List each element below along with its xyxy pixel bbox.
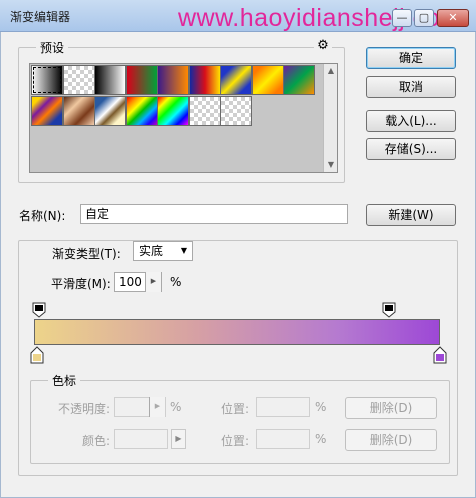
gradient-type-select[interactable]: 实底 ▼ (133, 241, 193, 261)
name-label: 名称(N): (19, 209, 66, 223)
preset-swatch-black-to-white[interactable] (94, 65, 126, 95)
preset-swatch-foreground-transparent[interactable] (62, 65, 95, 95)
color-picker-arrow-icon[interactable]: ▶ (171, 429, 186, 449)
smoothness-stepper-icon[interactable]: ▶ (145, 272, 161, 292)
color-swatch-field[interactable] (114, 429, 168, 449)
scroll-down-icon[interactable]: ▼ (324, 158, 338, 172)
close-button[interactable]: ✕ (437, 9, 469, 27)
preset-swatch-violet-green-orange[interactable] (283, 65, 315, 95)
presets-label: 预设 (36, 39, 69, 56)
color-stops-label: 色标 (48, 372, 81, 389)
delete-opacity-stop-button[interactable]: 删除(D) (345, 397, 437, 419)
preset-swatch-blue-red-yellow[interactable] (188, 65, 221, 95)
opacity-stop-right[interactable] (382, 302, 396, 318)
smoothness-unit: % (170, 275, 182, 289)
preset-swatch-red-green[interactable] (125, 65, 158, 95)
name-input[interactable]: 自定 (80, 204, 348, 224)
preset-swatch-yellow-violet-orange-blue[interactable] (31, 96, 63, 126)
opacity-label: 不透明度: (58, 402, 111, 416)
preset-swatch-copper[interactable] (62, 96, 95, 126)
opacity-location-unit: % (315, 400, 327, 414)
gradient-type-label: 渐变类型(T): (52, 245, 121, 262)
gear-icon[interactable]: ⚙ (314, 38, 332, 54)
preset-swatch-spectrum[interactable] (125, 96, 158, 126)
preset-swatch-neutral-density[interactable] (220, 96, 252, 126)
scroll-up-icon[interactable]: ▲ (324, 64, 338, 78)
smoothness-label: 平滑度(M): (51, 277, 111, 291)
ok-button[interactable]: 确定 (366, 47, 456, 69)
preset-swatch-chrome[interactable] (94, 96, 126, 126)
preset-swatch-black-white[interactable] (31, 65, 63, 95)
maximize-button[interactable]: ▢ (414, 9, 434, 27)
color-location-unit: % (315, 432, 327, 446)
preset-swatch-orange-yellow-orange[interactable] (251, 65, 284, 95)
presets-list (29, 63, 338, 173)
preset-swatch-transparent-stripes[interactable] (188, 96, 221, 126)
window-title: 渐变编辑器 (10, 10, 71, 24)
preset-swatch-transparent-rainbow[interactable] (157, 96, 189, 126)
preset-swatch-blue-yellow-blue[interactable] (220, 65, 252, 95)
opacity-input[interactable]: ▶ (114, 397, 166, 417)
opacity-stepper-icon[interactable]: ▶ (149, 397, 165, 417)
preset-swatch-violet-orange[interactable] (157, 65, 189, 95)
load-button[interactable]: 载入(L)... (366, 110, 456, 132)
cancel-button[interactable]: 取消 (366, 76, 456, 98)
save-button[interactable]: 存储(S)... (366, 138, 456, 160)
smoothness-input[interactable]: 100 ▶ (114, 272, 162, 292)
opacity-location-input[interactable] (256, 397, 310, 417)
smoothness-value: 100 (119, 275, 142, 289)
color-stops-group (30, 380, 450, 464)
color-location-input[interactable] (256, 429, 310, 449)
minimize-button[interactable]: — (392, 9, 412, 27)
opacity-unit: % (170, 400, 182, 414)
presets-scrollbar[interactable]: ▲ ▼ (323, 64, 337, 172)
gradient-type-value: 实底 (139, 244, 164, 258)
new-button[interactable]: 新建(W) (366, 204, 456, 226)
color-stop-right[interactable] (433, 346, 447, 364)
opacity-location-label: 位置: (221, 402, 250, 416)
gradient-preview-bar[interactable] (34, 319, 440, 345)
title-bar: 渐变编辑器 www.haoyidianshejj.co — ▢ ✕ (0, 0, 476, 32)
delete-color-stop-button[interactable]: 删除(D) (345, 429, 437, 451)
color-stop-left[interactable] (30, 346, 44, 364)
color-label: 颜色: (82, 434, 111, 448)
opacity-stop-left[interactable] (32, 302, 46, 318)
chevron-down-icon: ▼ (180, 246, 187, 255)
color-location-label: 位置: (221, 434, 250, 448)
